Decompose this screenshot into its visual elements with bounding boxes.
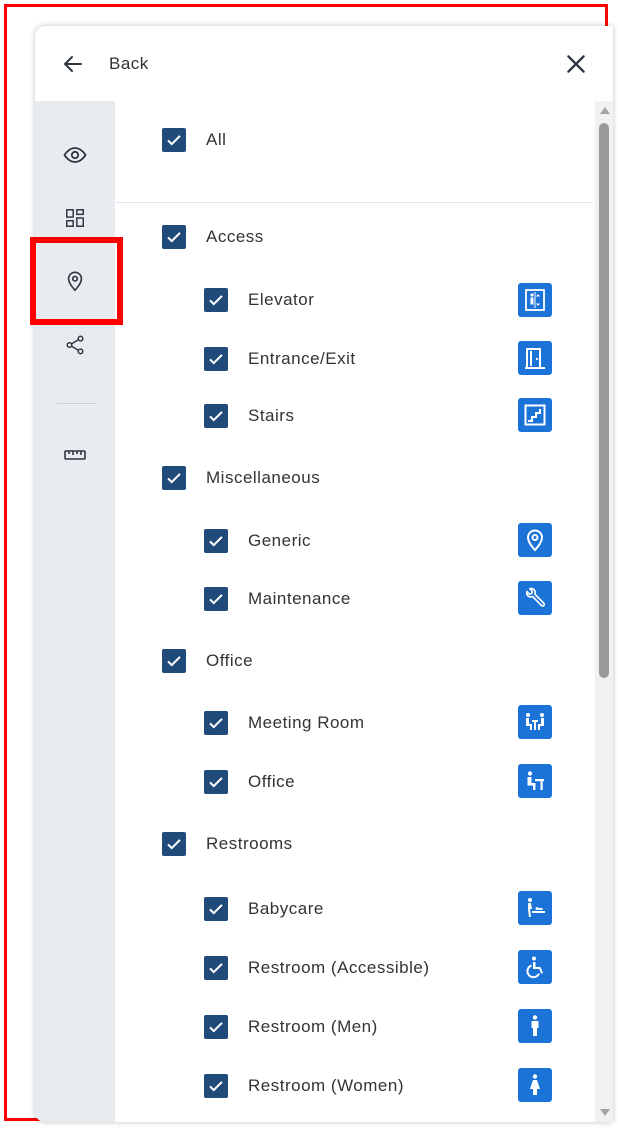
stairs-icon — [518, 398, 552, 432]
wheelchair-icon — [518, 950, 552, 984]
checkbox-restrooms[interactable] — [162, 832, 186, 856]
divider — [115, 202, 593, 203]
checkbox-restroom-women[interactable] — [204, 1074, 228, 1098]
share-icon[interactable] — [57, 327, 93, 363]
checkbox-office-category[interactable] — [162, 649, 186, 673]
filter-all-label: All — [206, 130, 227, 149]
close-icon[interactable] — [563, 51, 589, 77]
filter-list: All Access Elevator Entrance/Exit Stairs — [115, 101, 595, 1122]
checkbox-office[interactable] — [204, 770, 228, 794]
category-label: Miscellaneous — [206, 468, 321, 487]
scrollbar[interactable] — [595, 101, 613, 1122]
filter-label: Entrance/Exit — [248, 349, 356, 368]
scroll-up-arrow[interactable] — [600, 107, 610, 114]
annotation-highlight-box — [30, 237, 123, 325]
filter-label: Elevator — [248, 290, 315, 309]
category-restrooms-row[interactable]: Restrooms — [162, 830, 293, 858]
checkbox-all[interactable] — [162, 128, 186, 152]
category-label: Office — [206, 651, 254, 670]
filter-label: Restroom (Women) — [248, 1076, 404, 1095]
back-button[interactable]: Back — [109, 54, 149, 74]
filter-maintenance-row[interactable]: Maintenance — [204, 585, 351, 613]
filter-office-row[interactable]: Office — [204, 768, 295, 796]
checkbox-maintenance[interactable] — [204, 587, 228, 611]
category-misc-row[interactable]: Miscellaneous — [162, 464, 320, 492]
filter-babycare-row[interactable]: Babycare — [204, 895, 324, 923]
man-icon — [518, 1009, 552, 1043]
checkbox-restroom-accessible[interactable] — [204, 956, 228, 980]
checkbox-generic[interactable] — [204, 529, 228, 553]
scrollbar-thumb[interactable] — [599, 123, 609, 678]
babycare-icon — [518, 891, 552, 925]
ruler-icon[interactable] — [57, 437, 93, 473]
woman-icon — [518, 1068, 552, 1102]
filter-stairs-row[interactable]: Stairs — [204, 402, 294, 430]
checkbox-babycare[interactable] — [204, 897, 228, 921]
filter-restroom-women-row[interactable]: Restroom (Women) — [204, 1072, 404, 1100]
door-icon — [518, 341, 552, 375]
sidebar-divider — [57, 403, 97, 404]
filter-label: Restroom (Accessible) — [248, 958, 430, 977]
checkbox-miscellaneous[interactable] — [162, 466, 186, 490]
filter-label: Meeting Room — [248, 713, 365, 732]
filter-label: Babycare — [248, 899, 324, 918]
layout-grid-icon[interactable] — [57, 200, 93, 236]
checkbox-meeting-room[interactable] — [204, 711, 228, 735]
category-access-row[interactable]: Access — [162, 223, 264, 251]
checkbox-entrance[interactable] — [204, 347, 228, 371]
scroll-down-arrow[interactable] — [600, 1109, 610, 1116]
filter-label: Office — [248, 772, 296, 791]
back-arrow-icon[interactable] — [61, 52, 85, 76]
filter-label: Generic — [248, 531, 312, 550]
category-label: Access — [206, 227, 264, 246]
checkbox-restroom-men[interactable] — [204, 1015, 228, 1039]
category-office-row[interactable]: Office — [162, 647, 253, 675]
filter-all-row[interactable]: All — [162, 126, 226, 154]
filter-label: Restroom (Men) — [248, 1017, 378, 1036]
filter-meeting-room-row[interactable]: Meeting Room — [204, 709, 365, 737]
elevator-icon — [518, 283, 552, 317]
filter-restroom-men-row[interactable]: Restroom (Men) — [204, 1013, 378, 1041]
filter-generic-row[interactable]: Generic — [204, 527, 311, 555]
filter-restroom-accessible-row[interactable]: Restroom (Accessible) — [204, 954, 430, 982]
office-desk-icon — [518, 764, 552, 798]
category-label: Restrooms — [206, 834, 293, 853]
checkbox-stairs[interactable] — [204, 404, 228, 428]
meeting-room-icon — [518, 705, 552, 739]
filter-label: Stairs — [248, 406, 295, 425]
checkbox-elevator[interactable] — [204, 288, 228, 312]
poi-filter-panel: Back All Access Elevator Entrance/Exit S… — [35, 26, 613, 1122]
map-pin-icon — [518, 523, 552, 557]
checkbox-access[interactable] — [162, 225, 186, 249]
wrench-icon — [518, 581, 552, 615]
panel-header: Back — [35, 26, 613, 101]
eye-icon[interactable] — [57, 137, 93, 173]
filter-entrance-row[interactable]: Entrance/Exit — [204, 345, 356, 373]
filter-label: Maintenance — [248, 589, 351, 608]
filter-elevator-row[interactable]: Elevator — [204, 286, 314, 314]
